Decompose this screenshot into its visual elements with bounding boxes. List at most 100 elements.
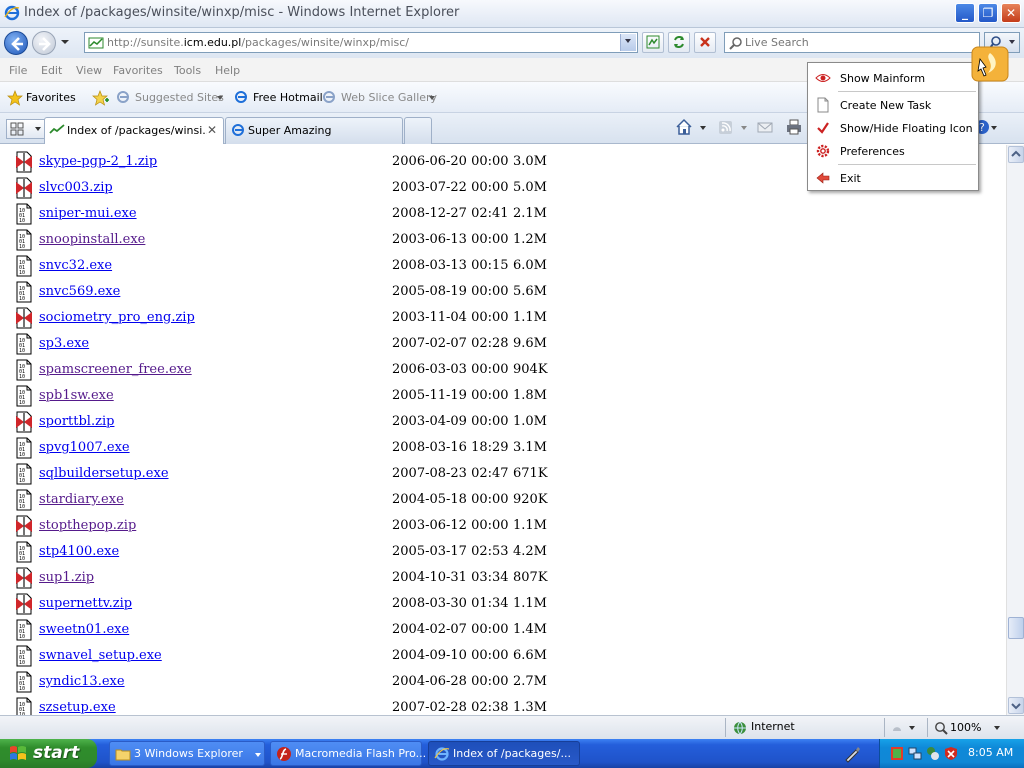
chevron-down-icon[interactable] (428, 95, 436, 101)
file-date: 2003-06-12 00:00 (392, 518, 509, 533)
file-link[interactable]: sqlbuildersetup.exe (39, 466, 169, 481)
taskbar-item-macromedia-flash[interactable]: Macromedia Flash Pro... (270, 741, 426, 766)
read-mail-icon[interactable] (756, 118, 774, 136)
maximize-button[interactable]: ❐ (978, 3, 998, 23)
tab-super-amazing[interactable]: Super Amazing (225, 117, 403, 144)
network-connections-icon[interactable] (926, 746, 940, 761)
refresh-button[interactable] (668, 32, 690, 53)
file-link[interactable]: snoopinstall.exe (39, 232, 145, 247)
compatibility-view-button[interactable] (642, 32, 664, 53)
forward-button[interactable] (32, 31, 56, 55)
close-window-button[interactable]: ✕ (1001, 3, 1021, 23)
file-link[interactable]: stopthepop.zip (39, 518, 136, 533)
menu-item-show-mainform[interactable]: Show Mainform (809, 67, 977, 89)
network-icon[interactable] (908, 746, 922, 761)
add-to-favorites-icon[interactable] (92, 90, 110, 106)
zoom-icon[interactable] (934, 721, 948, 735)
svg-text:10: 10 (19, 400, 25, 406)
taskbar-item-internet-explorer[interactable]: Index of /packages/... (428, 741, 580, 766)
taskbar-item-windows-explorer[interactable]: 3 Windows Explorer (109, 741, 265, 766)
file-link[interactable]: sniper-mui.exe (39, 206, 137, 221)
file-size: 3.0M (513, 154, 547, 169)
file-link[interactable]: syndic13.exe (39, 674, 125, 689)
security-shield-icon[interactable] (944, 746, 958, 761)
start-button[interactable]: start (0, 739, 97, 768)
file-date: 2007-02-07 02:28 (392, 336, 509, 351)
file-link[interactable]: stp4100.exe (39, 544, 119, 559)
new-document-icon (817, 97, 829, 113)
file-link[interactable]: sp3.exe (39, 336, 89, 351)
menu-edit[interactable]: Edit (41, 64, 62, 77)
tab-index-of-packages[interactable]: Index of /packages/winsi... ✕ (44, 117, 224, 144)
zip-file-icon (16, 567, 32, 589)
chevron-down-icon[interactable] (699, 125, 707, 131)
menu-item-show-hide-floating-icon[interactable]: Show/Hide Floating Icon (809, 117, 977, 139)
close-tab-icon[interactable]: ✕ (207, 123, 217, 137)
menu-favorites[interactable]: Favorites (113, 64, 163, 77)
menu-tools[interactable]: Tools (174, 64, 201, 77)
file-link[interactable]: snvc569.exe (39, 284, 120, 299)
file-link[interactable]: sporttbl.zip (39, 414, 114, 429)
search-box[interactable] (724, 32, 980, 53)
status-bar: Internet 100% (0, 715, 1024, 739)
file-row: sup1.zip 2004-10-31 03:34 807K (0, 565, 1000, 591)
protected-mode-icon[interactable] (891, 721, 917, 735)
file-link[interactable]: spb1sw.exe (39, 388, 114, 403)
recent-pages-dropdown-icon[interactable] (60, 37, 70, 47)
floating-app-icon[interactable] (970, 45, 1010, 83)
file-row: 10 01 10 sniper-mui.exe 2008-12-27 02:41 2… (0, 201, 1000, 227)
file-link[interactable]: sociometry_pro_eng.zip (39, 310, 195, 325)
chevron-down-icon[interactable] (740, 125, 748, 131)
quick-tabs-button[interactable] (6, 119, 48, 139)
back-button[interactable] (4, 31, 28, 55)
menu-file[interactable]: File (9, 64, 27, 77)
scroll-thumb[interactable] (1008, 617, 1024, 639)
address-dropdown-button[interactable] (620, 34, 636, 51)
menu-item-create-new-task[interactable]: Create New Task (809, 94, 977, 116)
file-link[interactable]: supernettv.zip (39, 596, 132, 611)
print-icon[interactable] (785, 118, 803, 136)
scroll-up-button[interactable] (1008, 146, 1024, 163)
file-link[interactable]: spvg1007.exe (39, 440, 130, 455)
web-slice-gallery-link[interactable]: Web Slice Gallery (341, 91, 437, 104)
file-link[interactable]: snvc32.exe (39, 258, 112, 273)
menu-item-preferences[interactable]: Preferences (809, 140, 977, 162)
checkmark-icon (817, 122, 829, 134)
favorites-button[interactable]: Favorites (26, 91, 76, 104)
file-date: 2004-06-28 00:00 (392, 674, 509, 689)
search-input[interactable] (745, 35, 975, 50)
free-hotmail-link[interactable]: Free Hotmail (253, 91, 323, 104)
vertical-scrollbar[interactable] (1006, 145, 1024, 715)
menu-view[interactable]: View (76, 64, 102, 77)
file-link[interactable]: slvc003.zip (39, 180, 113, 195)
exit-arrow-icon (816, 172, 830, 184)
menu-help[interactable]: Help (215, 64, 240, 77)
address-bar[interactable]: http://sunsite.icm.edu.pl/packages/winsi… (84, 32, 638, 53)
file-row: 100110 szsetup.exe 2007-02-28 02:38 1.3M (0, 695, 1000, 715)
scroll-down-button[interactable] (1008, 697, 1024, 714)
internet-zone-globe-icon (734, 721, 746, 735)
file-link[interactable]: swnavel_setup.exe (39, 648, 162, 663)
minimize-button[interactable]: _ (955, 3, 975, 23)
file-link[interactable]: szsetup.exe (39, 700, 116, 715)
zoom-level[interactable]: 100% (950, 721, 981, 734)
pen-tool-icon[interactable] (843, 745, 861, 763)
suggested-sites-ie-icon (117, 91, 129, 103)
feeds-icon[interactable] (717, 118, 735, 136)
file-link[interactable]: sup1.zip (39, 570, 94, 585)
chevron-down-icon[interactable] (993, 725, 1001, 731)
file-link[interactable]: stardiary.exe (39, 492, 124, 507)
file-link[interactable]: skype-pgp-2_1.zip (39, 154, 157, 169)
suggested-sites-link[interactable]: Suggested Sites (135, 91, 224, 104)
new-tab-button[interactable] (404, 117, 432, 144)
chevron-down-icon[interactable] (216, 95, 224, 101)
stop-button[interactable] (694, 32, 716, 53)
file-date: 2008-03-16 18:29 (392, 440, 509, 455)
chevron-down-icon[interactable] (990, 125, 998, 131)
file-link[interactable]: sweetn01.exe (39, 622, 129, 637)
home-icon[interactable] (675, 118, 693, 136)
tray-app-icon[interactable] (890, 746, 904, 761)
menu-item-exit[interactable]: Exit (809, 167, 977, 189)
file-date: 2004-02-07 00:00 (392, 622, 509, 637)
file-link[interactable]: spamscreener_free.exe (39, 362, 192, 377)
